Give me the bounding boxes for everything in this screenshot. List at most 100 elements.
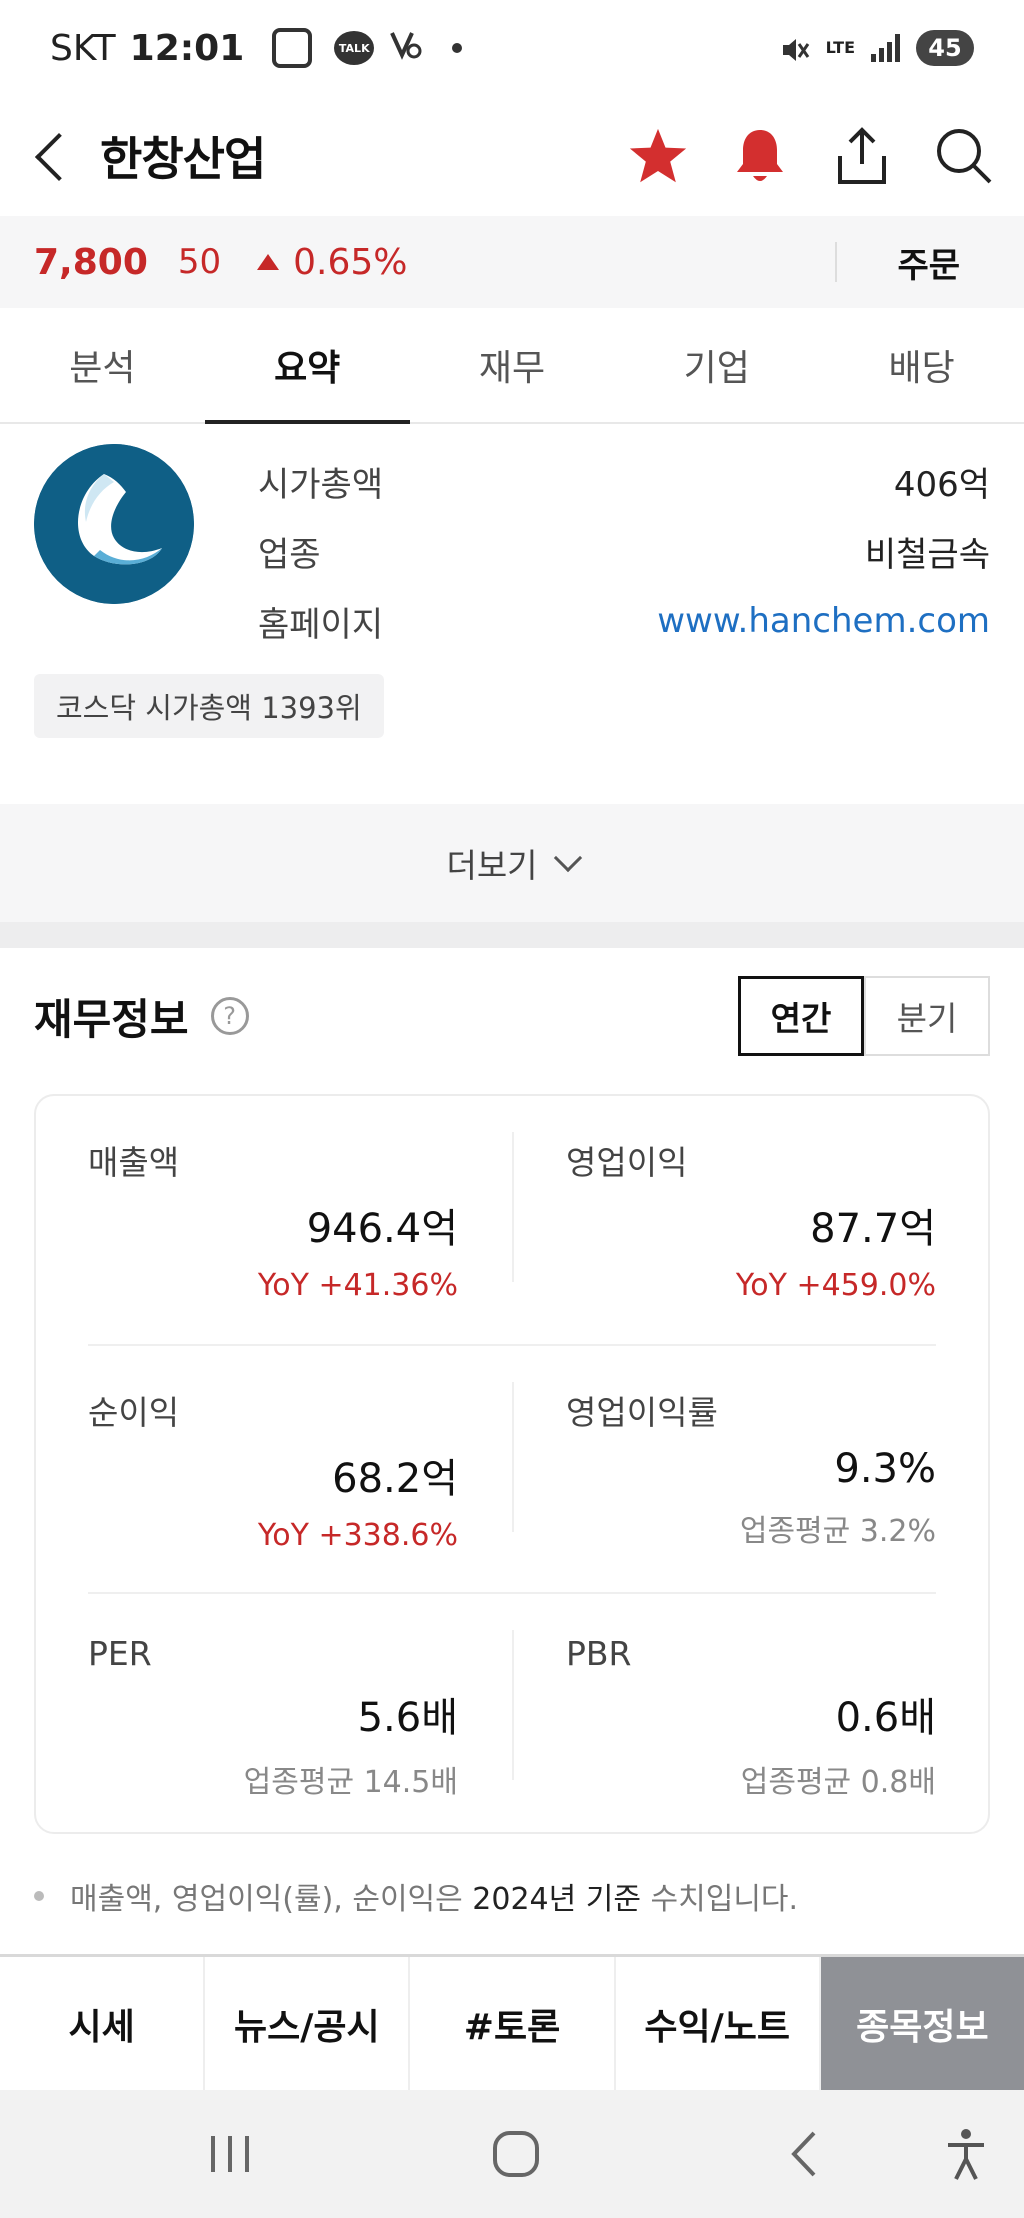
tab-dividend[interactable]: 배당 — [819, 308, 1024, 422]
more-label: 더보기 — [446, 846, 538, 885]
screenshot-icon — [272, 28, 313, 68]
search-icon[interactable] — [934, 126, 994, 186]
operating-income-value: 87.7억 — [810, 1206, 936, 1252]
financial-row: PER 5.6배 업종평균 14.5배 PBR 0.6배 업종평균 0.8배 — [88, 1592, 936, 1840]
annual-toggle[interactable]: 연간 — [738, 976, 864, 1056]
net-income-yoy: YoY +338.6% — [257, 1518, 458, 1553]
volte-icon — [388, 27, 422, 70]
net-income-cell: 순이익 68.2억 YoY +338.6% — [88, 1386, 458, 1556]
recent-apps-icon[interactable] — [200, 2124, 260, 2184]
bottom-tab-quote[interactable]: 시세 — [0, 1957, 206, 2090]
market-cap-label: 시가총액 — [258, 464, 384, 505]
favorite-star-icon[interactable] — [628, 126, 688, 186]
kakaotalk-icon: TALK — [334, 31, 375, 65]
tab-finance[interactable]: 재무 — [410, 308, 615, 422]
header-actions — [628, 126, 994, 186]
industry-label: 업종 — [258, 534, 321, 575]
tab-summary[interactable]: 요약 — [204, 308, 410, 424]
company-logo — [34, 444, 194, 604]
revenue-value: 946.4억 — [306, 1206, 458, 1252]
up-triangle-icon — [257, 254, 280, 270]
info-row-market-cap: 시가총액 406억 — [258, 446, 990, 516]
stock-tabs: 분석 요약 재무 기업 배당 — [0, 308, 1024, 424]
revenue-label: 매출액 — [88, 1143, 180, 1182]
divider — [835, 242, 838, 282]
financial-grid: 매출액 946.4억 YoY +41.36% 영업이익 87.7억 YoY +4… — [88, 1096, 936, 1832]
financial-row: 순이익 68.2억 YoY +338.6% 영업이익률 9.3% 업종평균 3.… — [88, 1344, 936, 1592]
net-income-value: 68.2억 — [332, 1456, 458, 1502]
quarter-toggle[interactable]: 분기 — [864, 976, 990, 1056]
revenue-cell: 매출액 946.4억 YoY +41.36% — [88, 1136, 458, 1306]
operating-margin-industry-avg: 업종평균 3.2% — [739, 1514, 936, 1549]
battery-icon: 45 — [916, 30, 974, 66]
financial-row: 매출액 946.4억 YoY +41.36% 영업이익 87.7억 YoY +4… — [88, 1096, 936, 1344]
pbr-label: PBR — [566, 1634, 632, 1673]
accessibility-icon[interactable] — [936, 2124, 996, 2184]
note-text: 매출액, 영업이익(률), 순이익은 2024년 기준 수치입니다. — [70, 1874, 798, 1918]
tab-analysis[interactable]: 분석 — [0, 308, 205, 422]
financial-note: 매출액, 영업이익(률), 순이익은 2024년 기준 수치입니다. — [34, 1874, 990, 1918]
bottom-tab-stock-info[interactable]: 종목정보 — [820, 1957, 1024, 2090]
pbr-industry-avg: 업종평균 0.8배 — [740, 1765, 936, 1800]
pbr-value: 0.6배 — [835, 1695, 936, 1741]
signal-icon — [871, 34, 900, 62]
system-nav-bar — [0, 2090, 1024, 2218]
carrier-label: SKT — [50, 27, 116, 69]
back-nav-icon[interactable] — [774, 2124, 834, 2184]
price-change: 50 — [177, 242, 222, 282]
note-prefix: 매출액, 영업이익(률), 순이익은 — [70, 1882, 473, 1917]
market-cap-value: 406억 — [893, 464, 990, 505]
per-cell: PER 5.6배 업종평균 14.5배 — [88, 1634, 458, 1804]
homepage-link[interactable]: www.hanchem.com — [657, 601, 990, 641]
bottom-tab-news[interactable]: 뉴스/공시 — [205, 1957, 411, 2090]
lte-indicator: LTE — [825, 38, 855, 57]
bottom-tab-discussion[interactable]: #토론 — [410, 1957, 616, 2090]
per-value: 5.6배 — [357, 1695, 458, 1741]
more-button[interactable]: 더보기 — [0, 804, 1024, 922]
current-price: 7,800 — [34, 241, 148, 283]
divider — [512, 1132, 514, 1282]
operating-income-label: 영업이익 — [566, 1143, 688, 1182]
operating-income-cell: 영업이익 87.7억 YoY +459.0% — [566, 1136, 936, 1306]
operating-income-yoy: YoY +459.0% — [735, 1268, 936, 1303]
net-income-label: 순이익 — [88, 1393, 180, 1432]
market-rank-badge: 코스닥 시가총액 1393위 — [34, 674, 384, 738]
back-button[interactable] — [30, 126, 70, 186]
operating-margin-cell: 영업이익률 9.3% 업종평균 3.2% — [566, 1386, 936, 1556]
tab-company[interactable]: 기업 — [614, 308, 819, 422]
per-label: PER — [88, 1634, 152, 1673]
help-icon[interactable]: ? — [210, 997, 249, 1035]
order-button[interactable]: 주문 — [897, 238, 960, 287]
per-industry-avg: 업종평균 14.5배 — [243, 1765, 458, 1800]
financial-card: 매출액 946.4억 YoY +41.36% 영업이익 87.7억 YoY +4… — [34, 1094, 990, 1834]
homepage-label: 홈페이지 — [258, 604, 384, 645]
divider — [512, 1382, 514, 1532]
mute-icon — [780, 33, 810, 63]
operating-margin-label: 영업이익률 — [566, 1393, 718, 1432]
info-row-homepage: 홈페이지 www.hanchem.com — [258, 586, 990, 656]
industry-value[interactable]: 비철금속 — [865, 527, 990, 576]
bullet-icon — [34, 1891, 44, 1901]
period-toggle: 연간 분기 — [738, 976, 990, 1056]
bottom-tab-bar: 시세 뉴스/공시 #토론 수익/노트 종목정보 — [0, 1954, 1024, 2090]
pbr-cell: PBR 0.6배 업종평균 0.8배 — [566, 1634, 936, 1804]
company-info-table: 시가총액 406억 업종 비철금속 홈페이지 www.hanchem.com — [258, 446, 990, 656]
status-left: SKT 12:01 TALK — [50, 27, 463, 70]
page-title: 한창산업 — [100, 132, 266, 186]
share-icon[interactable] — [832, 126, 892, 186]
section-divider — [0, 922, 1024, 948]
status-bar: SKT 12:01 TALK LTE 45 — [0, 0, 1024, 96]
bottom-tab-profit-notes[interactable]: 수익/노트 — [616, 1957, 821, 2090]
info-row-industry: 업종 비철금속 — [258, 516, 990, 586]
status-right: LTE 45 — [780, 30, 974, 66]
clock: 12:01 — [129, 27, 245, 69]
revenue-yoy: YoY +41.36% — [257, 1268, 458, 1303]
home-icon[interactable] — [486, 2124, 546, 2184]
app-header: 한창산업 — [0, 96, 1024, 216]
alert-bell-icon[interactable] — [730, 126, 790, 186]
price-change-percent: 0.65% — [293, 241, 408, 283]
financial-title: 재무정보 — [34, 994, 189, 1044]
note-suffix: 수치입니다. — [640, 1882, 799, 1917]
company-info: 시가총액 406억 업종 비철금속 홈페이지 www.hanchem.com 코… — [0, 424, 1024, 804]
price-summary: 7,800 50 0.65% 주문 — [0, 216, 1024, 308]
